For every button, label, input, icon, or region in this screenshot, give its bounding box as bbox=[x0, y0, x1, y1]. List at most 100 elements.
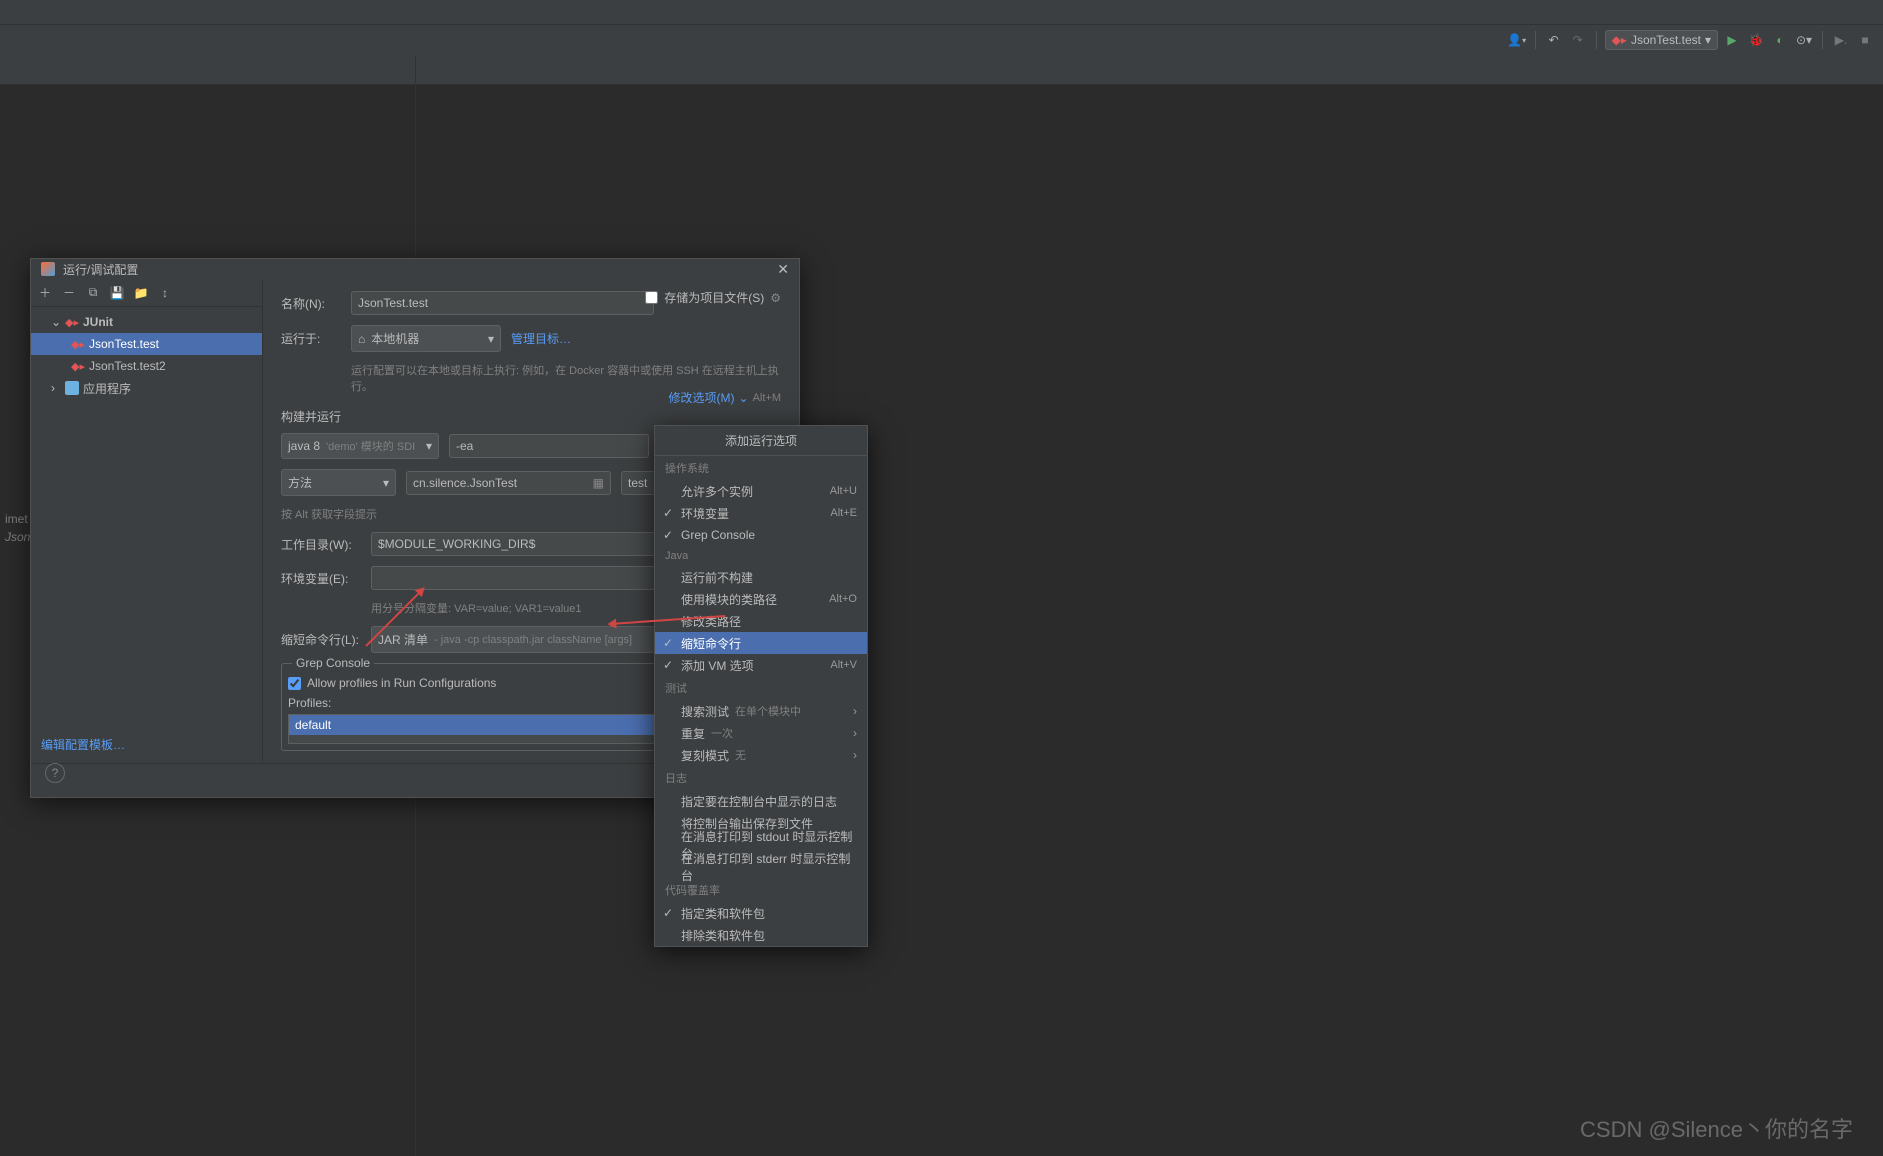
add-icon[interactable]: ＋ bbox=[37, 285, 53, 301]
config-tree: ⌄ ◆▸ JUnit ◆▸ JsonTest.test ◆▸ JsonTest.… bbox=[31, 307, 262, 726]
sidebar-toolbar: ＋ － ⧉ 💾 📁 ↕ bbox=[31, 279, 262, 307]
tree-application[interactable]: › 应用程序 bbox=[31, 377, 262, 399]
help-icon[interactable]: ? bbox=[45, 763, 65, 783]
edit-templates-link[interactable]: 编辑配置模板… bbox=[31, 726, 262, 763]
popup-grep-console[interactable]: ✓Grep Console bbox=[655, 524, 867, 546]
allow-profiles-checkbox[interactable] bbox=[288, 677, 301, 690]
test-kind-select[interactable]: 方法 ▾ bbox=[281, 469, 396, 496]
home-icon: ⌂ bbox=[358, 332, 365, 346]
popup-add-vm[interactable]: ✓添加 VM 选项Alt+V bbox=[655, 654, 867, 676]
main-toolbar: 👤▾ ↶ ↷ ◆▸ JsonTest.test ▾ ▶ 🐞 ◐ ⊙▾ ▶. ■ bbox=[0, 25, 1883, 55]
jre-hint: 'demo' 模块的 SDI bbox=[326, 438, 415, 454]
editor-tabs-right[interactable] bbox=[416, 55, 1883, 85]
profile-icon[interactable]: ⊙▾ bbox=[1794, 30, 1814, 50]
shorten-label: 缩短命令行(L): bbox=[281, 631, 361, 648]
application-icon bbox=[65, 381, 79, 395]
chevron-right-icon: › bbox=[853, 726, 857, 740]
chevron-right-icon: › bbox=[853, 704, 857, 718]
stop-icon[interactable]: ■ bbox=[1855, 30, 1875, 50]
sort-icon[interactable]: ↕ bbox=[157, 285, 173, 301]
editor-tabs[interactable] bbox=[0, 55, 415, 85]
dialog-header[interactable]: 运行/调试配置 ✕ bbox=[31, 259, 799, 279]
remove-icon[interactable]: － bbox=[61, 285, 77, 301]
forward-icon[interactable]: ↷ bbox=[1568, 30, 1588, 50]
save-template-icon[interactable]: 💾 bbox=[109, 285, 125, 301]
junit-icon: ◆▸ bbox=[65, 316, 79, 329]
class-input[interactable]: cn.silence.JsonTest ▦ bbox=[406, 471, 611, 495]
workdir-input[interactable] bbox=[371, 532, 661, 556]
shorten-select[interactable]: JAR 清单 - java -cp classpath.jar classNam… bbox=[371, 626, 661, 653]
popup-modify-cp[interactable]: 修改类路径 bbox=[655, 610, 867, 632]
env-input[interactable] bbox=[371, 566, 661, 590]
chevron-down-icon: ▾ bbox=[1705, 33, 1711, 47]
popup-module-cp[interactable]: 使用模块的类路径Alt+O bbox=[655, 588, 867, 610]
run-on-label: 运行于: bbox=[281, 330, 341, 347]
watermark: CSDN @Silence丶你的名字 bbox=[1580, 1112, 1853, 1144]
debug-icon[interactable]: 🐞 bbox=[1746, 30, 1766, 50]
build-run-title: 构建并运行 bbox=[281, 408, 781, 425]
store-as-project-file[interactable]: 存储为项目文件(S) ⚙ bbox=[645, 289, 781, 306]
tree-label: JsonTest.test2 bbox=[89, 359, 166, 373]
run-on-select[interactable]: ⌂ 本地机器 ▾ bbox=[351, 325, 501, 352]
popup-shorten-cmdline[interactable]: ✓缩短命令行 bbox=[655, 632, 867, 654]
run-config-name: JsonTest.test bbox=[1631, 33, 1701, 47]
popup-include-cov[interactable]: ✓指定类和软件包 bbox=[655, 902, 867, 924]
tree-junit[interactable]: ⌄ ◆▸ JUnit bbox=[31, 311, 262, 333]
workdir-label: 工作目录(W): bbox=[281, 536, 361, 553]
popup-fork[interactable]: 复刻模式无› bbox=[655, 744, 867, 766]
popup-no-build[interactable]: 运行前不构建 bbox=[655, 566, 867, 588]
popup-exclude-cov[interactable]: 排除类和软件包 bbox=[655, 924, 867, 946]
dialog-title: 运行/调试配置 bbox=[63, 261, 138, 278]
jre-select[interactable]: java 8 'demo' 模块的 SDI ▾ bbox=[281, 433, 439, 459]
separator bbox=[1535, 31, 1536, 49]
jre-value: java 8 bbox=[288, 439, 320, 453]
titlebar bbox=[0, 0, 1883, 25]
back-icon[interactable]: ↶ bbox=[1544, 30, 1564, 50]
user-icon[interactable]: 👤▾ bbox=[1507, 30, 1527, 50]
name-input[interactable] bbox=[351, 291, 654, 315]
test-kind-value: 方法 bbox=[288, 474, 312, 491]
env-label: 环境变量(E): bbox=[281, 570, 361, 587]
check-icon: ✓ bbox=[663, 528, 673, 542]
chevron-down-icon: ⌄ bbox=[739, 391, 749, 405]
browse-icon[interactable]: ▦ bbox=[593, 476, 604, 490]
check-icon: ✓ bbox=[663, 506, 673, 520]
popup-title: 添加运行选项 bbox=[655, 426, 867, 456]
run-config-dropdown[interactable]: ◆▸ JsonTest.test ▾ bbox=[1605, 30, 1718, 50]
store-checkbox[interactable] bbox=[645, 291, 658, 304]
chevron-down-icon: ⌄ bbox=[51, 315, 61, 329]
check-icon: ✓ bbox=[663, 906, 673, 920]
popup-section-test: 测试 bbox=[655, 676, 867, 700]
chevron-right-icon: › bbox=[51, 381, 61, 395]
attach-icon[interactable]: ▶. bbox=[1831, 30, 1851, 50]
popup-stderr[interactable]: 在消息打印到 stderr 时显示控制台 bbox=[655, 856, 867, 878]
close-icon[interactable]: ✕ bbox=[777, 261, 789, 278]
popup-log-console[interactable]: 指定要在控制台中显示的日志 bbox=[655, 790, 867, 812]
gear-icon[interactable]: ⚙ bbox=[770, 291, 781, 305]
copy-icon[interactable]: ⧉ bbox=[85, 285, 101, 301]
manage-targets-link[interactable]: 管理目标… bbox=[511, 330, 571, 347]
tree-label: JUnit bbox=[83, 315, 113, 329]
popup-repeat[interactable]: 重复一次› bbox=[655, 722, 867, 744]
coverage-icon[interactable]: ◐ bbox=[1770, 30, 1790, 50]
folder-icon[interactable]: 📁 bbox=[133, 285, 149, 301]
tree-item-jsontest[interactable]: ◆▸ JsonTest.test bbox=[31, 333, 262, 355]
shorten-value: JAR 清单 bbox=[378, 631, 428, 648]
tree-label: 应用程序 bbox=[83, 380, 131, 397]
popup-env-vars[interactable]: ✓环境变量Alt+E bbox=[655, 502, 867, 524]
intellij-icon bbox=[41, 262, 55, 276]
tree-label: JsonTest.test bbox=[89, 337, 159, 351]
allow-profiles-label: Allow profiles in Run Configurations bbox=[307, 676, 496, 690]
tree-item-jsontest2[interactable]: ◆▸ JsonTest.test2 bbox=[31, 355, 262, 377]
modify-options-link[interactable]: 修改选项(M) ⌄ Alt+M bbox=[669, 389, 782, 406]
popup-section-os: 操作系统 bbox=[655, 456, 867, 480]
vm-options-input[interactable] bbox=[449, 434, 649, 458]
popup-allow-multi[interactable]: 允许多个实例Alt+U bbox=[655, 480, 867, 502]
chevron-right-icon: › bbox=[853, 748, 857, 762]
code-text: imet Json bbox=[5, 510, 30, 546]
popup-search-test[interactable]: 搜索测试在单个模块中› bbox=[655, 700, 867, 722]
separator bbox=[1596, 31, 1597, 49]
grep-title: Grep Console bbox=[292, 656, 374, 670]
run-icon[interactable]: ▶ bbox=[1722, 30, 1742, 50]
junit-icon: ◆▸ bbox=[71, 360, 85, 373]
